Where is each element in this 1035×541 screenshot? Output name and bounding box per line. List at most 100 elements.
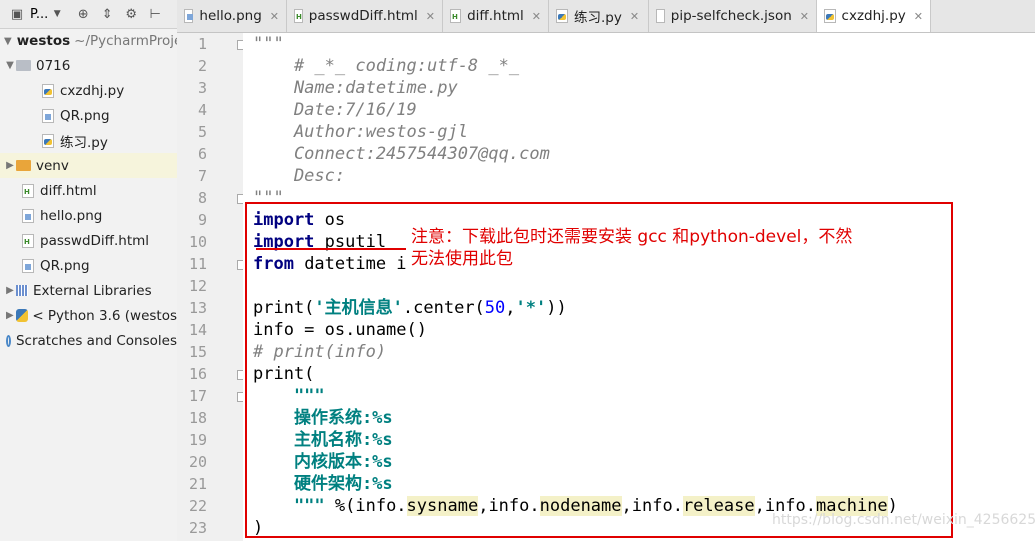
code-text: datetime i — [293, 254, 407, 274]
tree-item-label: diff.html — [40, 182, 97, 199]
tree-item-label: External Libraries — [33, 282, 152, 299]
tree-item-label: venv — [36, 157, 69, 174]
expand-arrow-icon[interactable]: ▼ — [4, 60, 16, 71]
close-icon[interactable]: ✕ — [800, 10, 809, 23]
python-file-icon — [42, 133, 54, 148]
line-number: 22 — [188, 497, 207, 515]
code-line-3: Name:datetime.py — [253, 78, 458, 98]
code-text: )) — [546, 298, 567, 318]
keyword: import — [253, 210, 315, 230]
tree-item-label: 0716 — [36, 57, 71, 74]
tab-label: cxzdhj.py — [841, 8, 906, 24]
tab-label: 练习.py — [574, 10, 622, 26]
line-number: 5 — [197, 123, 207, 141]
annotation-note: 注意：下载此包时还需要安装 gcc 和python-devel，不然 无法使用此… — [411, 226, 931, 270]
tree-folder-0716[interactable]: ▼ 0716 — [0, 53, 177, 78]
chevron-down-icon[interactable]: ▼ — [48, 5, 66, 23]
tree-item-label: hello.png — [40, 207, 103, 224]
html-file-icon — [450, 9, 462, 23]
line-number: 19 — [188, 431, 207, 449]
code-text: os — [314, 210, 346, 230]
attribute: release — [682, 496, 755, 516]
tree-file-cxzdhj[interactable]: cxzdhj.py — [0, 78, 177, 103]
tab-diff-html[interactable]: diff.html ✕ — [443, 0, 549, 32]
code-text: ,info. — [621, 496, 683, 516]
annotation-underline — [256, 248, 406, 250]
code-line-20: 内核版本:%s — [253, 452, 393, 472]
image-file-icon — [22, 208, 34, 223]
attribute: sysname — [406, 496, 479, 516]
locate-icon[interactable]: ⊕ — [74, 5, 92, 23]
line-number-gutter[interactable]: 1 2 3 4 5 6 7 8 9 10 11 12 13 14 15 16 17 18 19 20 21 22 23 — [177, 33, 247, 541]
hide-icon[interactable]: ⊢ — [146, 5, 164, 23]
folder-icon — [16, 160, 31, 171]
code-line-4: Date:7/16/19 — [253, 100, 417, 120]
tree-file-diff[interactable]: diff.html — [0, 178, 177, 203]
code-editor[interactable]: """ # _*_ coding:utf-8 _*_ Name:datetime… — [243, 33, 1035, 541]
image-file-icon — [184, 9, 194, 23]
line-number: 10 — [188, 233, 207, 251]
project-view-title[interactable]: P... — [30, 7, 48, 22]
scratches-icon — [6, 334, 11, 347]
tab-lianxi-py[interactable]: 练习.py ✕ — [549, 0, 649, 32]
code-text: .center( — [402, 298, 485, 318]
line-number: 12 — [188, 277, 207, 295]
folder-icon — [16, 60, 31, 71]
close-icon[interactable]: ✕ — [914, 10, 923, 23]
collapse-arrow-icon[interactable]: ▶ — [4, 285, 16, 296]
code-line-11: from datetime i — [253, 253, 407, 275]
tree-file-lianxi[interactable]: 练习.py — [0, 128, 177, 153]
tree-file-qr-root[interactable]: QR.png — [0, 253, 177, 278]
code-line-5: Author:westos-gjl — [253, 122, 468, 142]
line-number: 23 — [188, 519, 207, 537]
close-icon[interactable]: ✕ — [532, 10, 541, 23]
tree-file-qr[interactable]: QR.png — [0, 103, 177, 128]
tree-scratches[interactable]: Scratches and Consoles — [0, 328, 177, 353]
gear-icon[interactable]: ⚙ — [122, 5, 140, 23]
tree-external-libraries[interactable]: ▶ External Libraries — [0, 278, 177, 303]
tab-hello-png[interactable]: hello.png ✕ — [177, 0, 287, 32]
code-line-9: import os — [253, 209, 345, 231]
collapse-icon[interactable]: ⇕ — [98, 5, 116, 23]
string-literal: '主机信息' — [314, 298, 403, 318]
number-literal: 50 — [484, 298, 506, 318]
code-line-19: 主机名称:%s — [253, 430, 393, 450]
close-icon[interactable]: ✕ — [270, 10, 279, 23]
tab-passwddiff-html[interactable]: passwdDiff.html ✕ — [287, 0, 443, 32]
collapse-arrow-icon[interactable]: ▶ — [4, 160, 16, 171]
tab-pip-selfcheck-json[interactable]: pip-selfcheck.json ✕ — [649, 0, 817, 32]
line-number: 1 — [197, 35, 207, 53]
line-number: 21 — [188, 475, 207, 493]
watermark: https://blog.csdn.net/weixin_42566251 — [772, 512, 1035, 528]
html-file-icon — [22, 183, 34, 198]
project-sidebar: ▣ P... ▼ ⊕ ⇕ ⚙ ⊢ ▼ westos ~/PycharmProje… — [0, 0, 178, 541]
line-number: 9 — [197, 211, 207, 229]
tree-root-westos[interactable]: ▼ westos ~/PycharmProje — [0, 29, 177, 53]
close-icon[interactable]: ✕ — [426, 10, 435, 23]
json-file-icon — [656, 9, 665, 23]
python-file-icon — [42, 83, 54, 98]
close-icon[interactable]: ✕ — [630, 10, 639, 23]
tree-item-label: 练习.py — [60, 134, 108, 151]
tab-label: passwdDiff.html — [308, 8, 418, 24]
expand-arrow-icon[interactable]: ▼ — [4, 36, 12, 47]
line-number: 6 — [197, 145, 207, 163]
tree-python-sdk[interactable]: ▶ < Python 3.6 (westos — [0, 303, 177, 328]
editor-tabs: hello.png ✕ passwdDiff.html ✕ diff.html … — [177, 0, 1035, 33]
project-view-icon[interactable]: ▣ — [8, 5, 26, 23]
tree-folder-venv[interactable]: ▶ venv — [0, 153, 177, 178]
tree-item-label: cxzdhj.py — [60, 82, 125, 99]
tab-cxzdhj-py[interactable]: cxzdhj.py ✕ — [817, 0, 931, 32]
code-text: ,info. — [478, 496, 540, 516]
string-literal: """ — [253, 496, 325, 516]
keyword: from — [253, 254, 294, 274]
pycharm-window: ▣ P... ▼ ⊕ ⇕ ⚙ ⊢ ▼ westos ~/PycharmProje… — [0, 0, 1035, 541]
collapse-arrow-icon[interactable]: ▶ — [4, 310, 16, 321]
line-number: 4 — [197, 101, 207, 119]
tree-item-label: passwdDiff.html — [40, 232, 150, 249]
tree-file-passwddiff[interactable]: passwdDiff.html — [0, 228, 177, 253]
tab-label: hello.png — [199, 8, 262, 24]
code-line-18: 操作系统:%s — [253, 408, 393, 428]
tree-file-hello[interactable]: hello.png — [0, 203, 177, 228]
project-path: ~/PycharmProje — [74, 33, 178, 49]
